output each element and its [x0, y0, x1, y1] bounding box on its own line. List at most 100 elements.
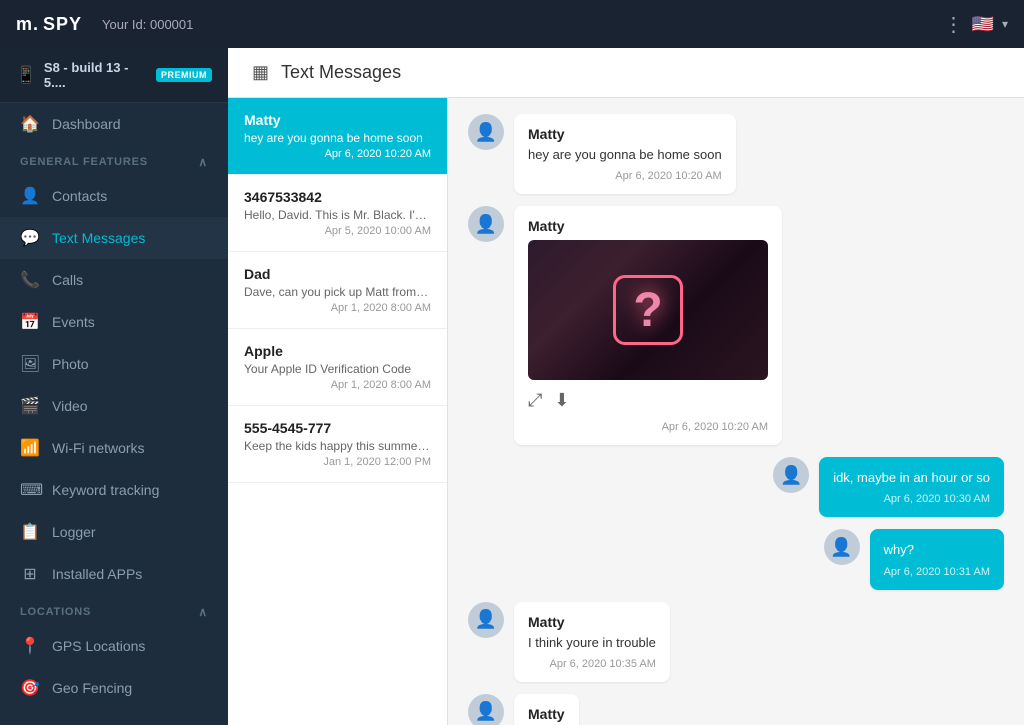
sidebar-item-photo[interactable]: 🖼 Photo	[0, 343, 228, 385]
avatar: 👤	[468, 114, 504, 150]
user-id: Your Id: 000001	[102, 17, 193, 32]
sidebar-item-text-messages[interactable]: 💬 Text Messages	[0, 217, 228, 259]
message-bubble: Matty	[514, 694, 579, 725]
message-time: Apr 6, 2020 10:20 AM	[528, 170, 722, 182]
apps-icon: ⊞	[20, 564, 40, 584]
main-layout: 📱 S8 - build 13 - 5.... PREMIUM 🏠 Dashbo…	[0, 48, 1024, 725]
photo-label: Photo	[52, 356, 89, 372]
message-bubble: Matty I think youre in trouble Apr 6, 20…	[514, 602, 670, 682]
message-sender: Matty	[528, 126, 722, 142]
message-row: 👤 Matty hey are you gonna be home soon A…	[468, 114, 1004, 194]
expand-icon[interactable]: ⤢	[528, 390, 542, 411]
sidebar-item-installed-apps[interactable]: ⊞ Installed APPs	[0, 553, 228, 595]
logo: m.SPY	[16, 14, 82, 35]
sidebar: 📱 S8 - build 13 - 5.... PREMIUM 🏠 Dashbo…	[0, 48, 228, 725]
conversation-item-555[interactable]: 555-4545-777 Keep the kids happy this su…	[228, 406, 447, 483]
photo-icon: 🖼	[20, 354, 40, 374]
message-sender: Matty	[528, 706, 565, 722]
sidebar-item-keyword-tracking[interactable]: ⌨ Keyword tracking	[0, 469, 228, 511]
gps-label: GPS Locations	[52, 638, 145, 654]
wifi-icon: 📶	[20, 438, 40, 458]
conv-time: Apr 1, 2020 8:00 AM	[244, 379, 431, 391]
avatar: 👤	[468, 206, 504, 242]
chat-area: 👤 Matty hey are you gonna be home soon A…	[448, 98, 1024, 725]
language-flag[interactable]: 🇺🇸	[972, 14, 994, 35]
device-icon: 📱	[16, 65, 36, 85]
page-title: Text Messages	[281, 62, 401, 83]
message-bubble: Matty hey are you gonna be home soon Apr…	[514, 114, 736, 194]
avatar: 👤	[468, 602, 504, 638]
conversation-item-3467533842[interactable]: 3467533842 Hello, David. This is Mr. Bla…	[228, 175, 447, 252]
sidebar-item-calls[interactable]: 📞 Calls	[0, 259, 228, 301]
geo-icon: 🎯	[20, 678, 40, 698]
sidebar-item-dashboard[interactable]: 🏠 Dashboard	[0, 103, 228, 145]
messages-layout: Matty hey are you gonna be home soon Apr…	[228, 98, 1024, 725]
video-label: Video	[52, 398, 88, 414]
sidebar-item-events[interactable]: 📅 Events	[0, 301, 228, 343]
conv-time: Jan 1, 2020 12:00 PM	[244, 456, 431, 468]
conv-time: Apr 6, 2020 10:20 AM	[244, 148, 431, 160]
message-sender: Matty	[528, 614, 656, 630]
conv-name: Matty	[244, 112, 431, 128]
conv-name: 3467533842	[244, 189, 431, 205]
text-messages-label: Text Messages	[52, 230, 145, 246]
messages-icon: 💬	[20, 228, 40, 248]
conv-name: Apple	[244, 343, 431, 359]
message-text: why?	[884, 541, 990, 559]
general-features-label: GENERAL FEATURES	[20, 156, 148, 168]
conv-preview: Keep the kids happy this summer with ...	[244, 439, 431, 453]
device-row: 📱 S8 - build 13 - 5.... PREMIUM	[0, 48, 228, 103]
message-time: Apr 6, 2020 10:20 AM	[528, 421, 768, 433]
wifi-label: Wi-Fi networks	[52, 440, 145, 456]
image-actions: ⤢ ⬇	[528, 386, 768, 415]
keyword-icon: ⌨	[20, 480, 40, 500]
conv-preview: Hello, David. This is Mr. Black. I've no…	[244, 208, 431, 222]
logo-spy: SPY	[43, 14, 82, 35]
topbar: m.SPY Your Id: 000001 ⋮ 🇺🇸 ▾	[0, 0, 1024, 48]
calendar-icon[interactable]: ▦	[252, 62, 269, 83]
conv-time: Apr 1, 2020 8:00 AM	[244, 302, 431, 314]
conversation-list: Matty hey are you gonna be home soon Apr…	[228, 98, 448, 725]
calls-icon: 📞	[20, 270, 40, 290]
home-icon: 🏠	[20, 114, 40, 134]
message-row: idk, maybe in an hour or so Apr 6, 2020 …	[468, 457, 1004, 517]
conv-time: Apr 5, 2020 10:00 AM	[244, 225, 431, 237]
locations-section: LOCATIONS ∧	[0, 595, 228, 625]
conv-preview: hey are you gonna be home soon	[244, 131, 431, 145]
avatar: 👤	[824, 529, 860, 565]
more-options-icon[interactable]: ⋮	[944, 12, 964, 37]
avatar: 👤	[773, 457, 809, 493]
video-icon: 🎬	[20, 396, 40, 416]
message-bubble: Matty ? ⤢ ⬇ Apr 6, 2020 10:20 AM	[514, 206, 782, 445]
apps-label: Installed APPs	[52, 566, 142, 582]
sidebar-item-contacts[interactable]: 👤 Contacts	[0, 175, 228, 217]
locations-chevron-icon: ∧	[198, 605, 208, 619]
dashboard-label: Dashboard	[52, 116, 121, 132]
message-time: Apr 6, 2020 10:35 AM	[528, 658, 656, 670]
message-text: I think youre in trouble	[528, 634, 656, 652]
calls-label: Calls	[52, 272, 83, 288]
conversation-item-matty[interactable]: Matty hey are you gonna be home soon Apr…	[228, 98, 447, 175]
sidebar-item-wifi[interactable]: 📶 Wi-Fi networks	[0, 427, 228, 469]
conversation-item-apple[interactable]: Apple Your Apple ID Verification Code Ap…	[228, 329, 447, 406]
general-chevron-icon: ∧	[198, 155, 208, 169]
message-sender: Matty	[528, 218, 768, 234]
logo-m: m.	[16, 14, 39, 35]
conv-name: Dad	[244, 266, 431, 282]
language-chevron-icon[interactable]: ▾	[1002, 17, 1008, 31]
sidebar-item-logger[interactable]: 📋 Logger	[0, 511, 228, 553]
conversation-item-dad[interactable]: Dad Dave, can you pick up Matt from scho…	[228, 252, 447, 329]
message-text: idk, maybe in an hour or so	[833, 469, 990, 487]
geo-label: Geo Fencing	[52, 680, 132, 696]
keyword-label: Keyword tracking	[52, 482, 159, 498]
sidebar-item-gps[interactable]: 📍 GPS Locations	[0, 625, 228, 667]
page-header: ▦ Text Messages	[228, 48, 1024, 98]
message-row: 👤 Matty	[468, 694, 1004, 725]
events-label: Events	[52, 314, 95, 330]
download-icon[interactable]: ⬇	[554, 390, 569, 411]
page-content: ▦ Text Messages Matty hey are you gonna …	[228, 48, 1024, 725]
conv-name: 555-4545-777	[244, 420, 431, 436]
sidebar-item-video[interactable]: 🎬 Video	[0, 385, 228, 427]
message-row: why? Apr 6, 2020 10:31 AM 👤	[468, 529, 1004, 589]
sidebar-item-geo-fencing[interactable]: 🎯 Geo Fencing	[0, 667, 228, 709]
